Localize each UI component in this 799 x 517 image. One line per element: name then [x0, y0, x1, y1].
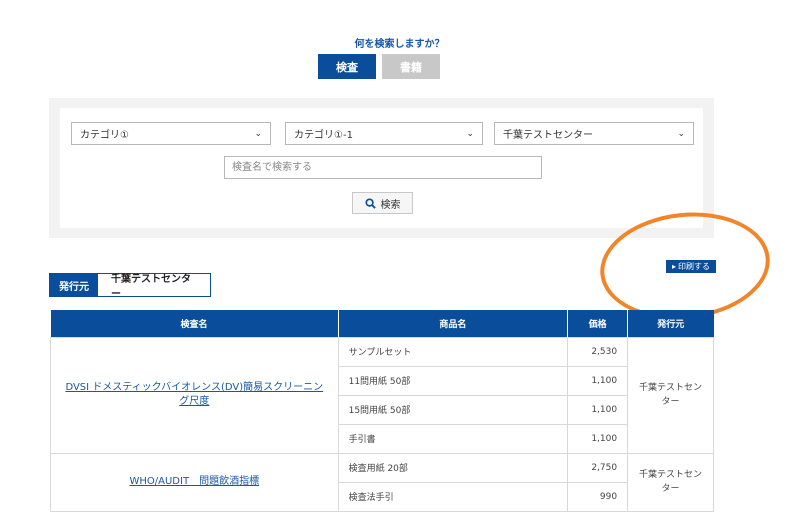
publisher-filter: 発行元 千葉テストセンター	[49, 273, 211, 300]
price-cell: 1,100	[567, 423, 629, 454]
category-select-value: カテゴリ①	[80, 130, 129, 141]
product-cell: 検査用紙 20部	[337, 452, 569, 483]
test-name-link[interactable]: WHO/AUDIT 問題飲酒指標	[130, 476, 260, 487]
play-triangle-icon: ▸	[671, 262, 676, 271]
publisher-value: 千葉テストセンター	[111, 274, 191, 300]
price-cell: 1,100	[567, 394, 629, 425]
category-select[interactable]: カテゴリ① ⌄	[71, 122, 271, 145]
publisher-cell: 千葉テストセンター	[627, 452, 714, 512]
column-header-test-name: 検査名	[50, 310, 339, 337]
column-header-price: 価格	[567, 310, 629, 337]
search-button-label: 検索	[380, 199, 401, 211]
product-cell: 11問用紙 50部	[337, 365, 569, 396]
product-cell: 手引書	[337, 423, 569, 454]
publisher-cell: 千葉テストセンター	[627, 336, 714, 454]
print-button[interactable]: ▸ 印刷する	[666, 260, 716, 273]
table-row: WHO/AUDIT 問題飲酒指標 検査用紙 20部 2,750 千葉テストセンタ…	[50, 452, 714, 512]
keyword-search-input[interactable]	[224, 156, 542, 179]
center-select-value: 千葉テストセンター	[503, 130, 593, 141]
search-icon	[364, 197, 376, 209]
subcategory-select-value: カテゴリ①-1	[294, 130, 353, 141]
product-cell: 15問用紙 50部	[337, 394, 569, 425]
price-cell: 1,100	[567, 365, 629, 396]
search-form: カテゴリ① ⌄ カテゴリ①-1 ⌄ 千葉テストセンター ⌄ 検索	[60, 108, 703, 228]
search-button[interactable]: 検索	[352, 192, 413, 214]
print-button-label: 印刷する	[678, 262, 710, 271]
column-header-publisher: 発行元	[627, 310, 714, 337]
table-row: DVSI ドメスティックバイオレンス(DV)簡易スクリーニング尺度 サンプルセッ…	[50, 336, 714, 454]
chevron-down-icon: ⌄	[254, 128, 262, 139]
search-question: 何を検索しますか？	[354, 39, 445, 50]
product-cell: 検査法手引	[337, 481, 569, 512]
column-header-product: 商品名	[338, 310, 569, 337]
publisher-label: 発行元	[50, 274, 98, 296]
product-cell: サンプルセット	[337, 336, 569, 367]
chevron-down-icon: ⌄	[677, 128, 685, 139]
search-type-tabs: 検査 書籍	[318, 54, 440, 79]
table-header-row: 検査名 商品名 価格 発行元	[50, 310, 714, 337]
price-cell: 2,750	[567, 452, 629, 483]
test-name-cell: DVSI ドメスティックバイオレンス(DV)簡易スクリーニング尺度	[50, 336, 339, 454]
tab-tests[interactable]: 検査	[318, 54, 376, 79]
center-select[interactable]: 千葉テストセンター ⌄	[494, 122, 694, 145]
price-cell: 990	[567, 481, 629, 512]
tab-books[interactable]: 書籍	[382, 54, 440, 79]
search-panel: カテゴリ① ⌄ カテゴリ①-1 ⌄ 千葉テストセンター ⌄ 検索	[49, 98, 714, 238]
chevron-down-icon: ⌄	[466, 128, 474, 139]
subcategory-select[interactable]: カテゴリ①-1 ⌄	[285, 122, 483, 145]
test-name-cell: WHO/AUDIT 問題飲酒指標	[50, 452, 339, 512]
price-cell: 2,530	[567, 336, 629, 367]
product-table: 検査名 商品名 価格 発行元 DVSI ドメスティックバイオレンス(DV)簡易ス…	[50, 310, 714, 512]
test-name-link[interactable]: DVSI ドメスティックバイオレンス(DV)簡易スクリーニング尺度	[65, 382, 323, 407]
